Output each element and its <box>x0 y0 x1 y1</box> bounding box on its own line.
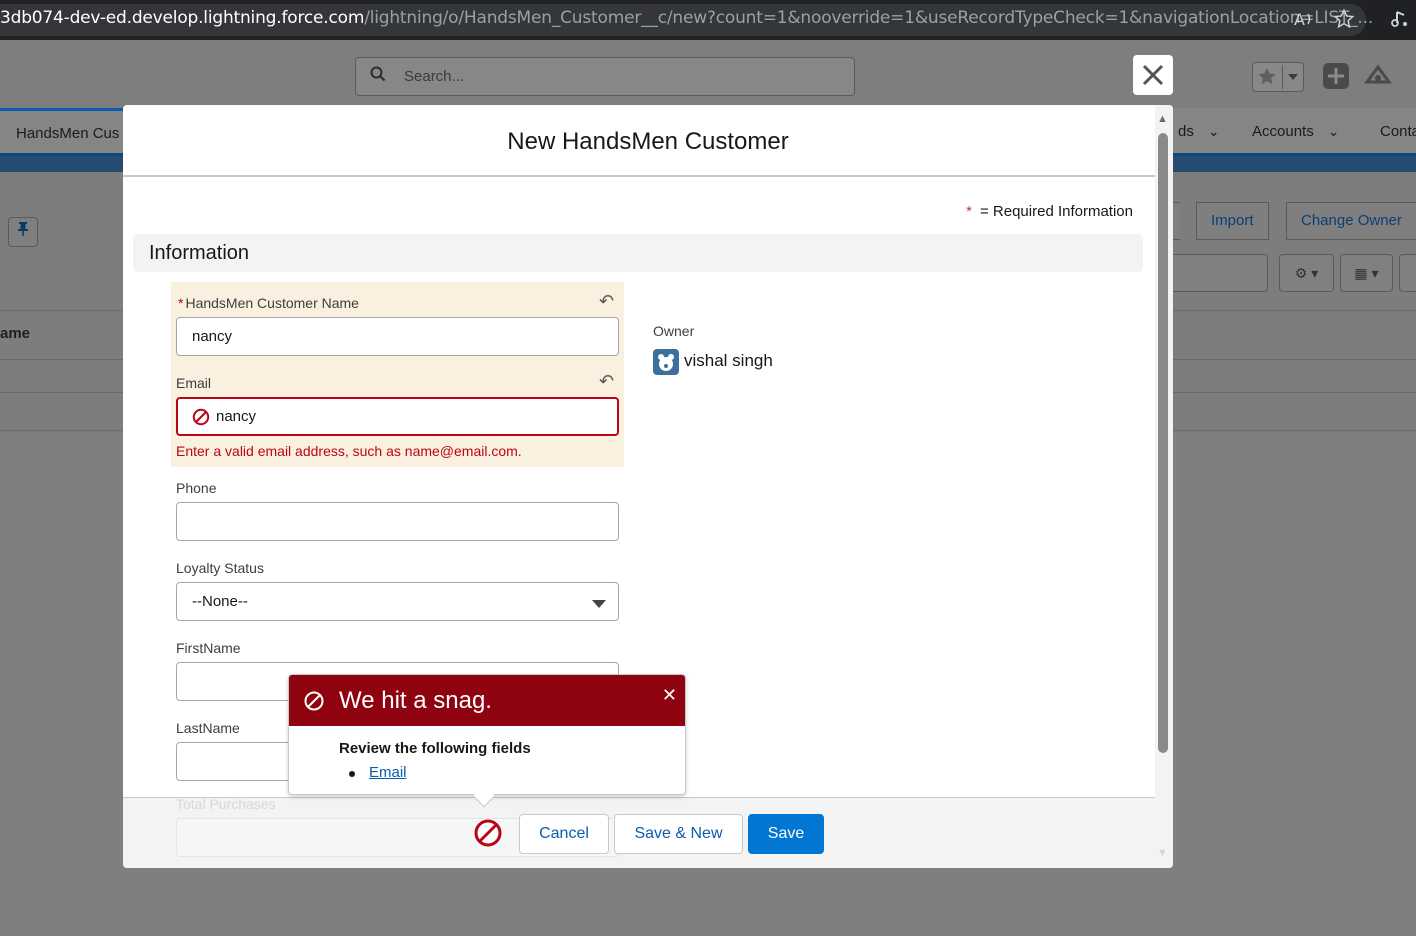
error-popover-header: We hit a snag. ✕ <box>289 675 685 726</box>
email-input-value: nancy <box>216 408 257 425</box>
email-field-label: Email <box>176 375 212 391</box>
loyalty-status-label: Loyalty Status <box>176 560 264 576</box>
media-control-icon[interactable] <box>1388 8 1412 32</box>
chevron-down-icon: ▾ <box>1371 265 1379 281</box>
phone-field-label: Phone <box>176 480 217 496</box>
favorite-star-icon[interactable] <box>1332 8 1356 32</box>
modal-footer: Total Purchases Cancel Save & New Save <box>123 796 1155 868</box>
name-field-label-text: HandsMen Customer Name <box>185 295 359 311</box>
close-modal-button[interactable] <box>1133 55 1173 95</box>
email-error-message: Enter a valid email address, such as nam… <box>176 443 522 459</box>
url-domain: 3db074-dev-ed.develop.lightning.force.co… <box>0 8 365 28</box>
save-button[interactable]: Save <box>748 814 824 854</box>
save-and-new-button[interactable]: Save & New <box>614 814 743 854</box>
owner-name[interactable]: vishal singh <box>684 351 773 371</box>
url-path: /lightning/o/HandsMen_Customer__c/new?co… <box>364 8 1374 28</box>
lastname-label: LastName <box>176 720 240 736</box>
chevron-down-icon[interactable]: ⌄ <box>1208 123 1220 140</box>
name-field-label: * HandsMen Customer Name <box>178 295 359 311</box>
nav-item-contacts[interactable]: Conta <box>1380 123 1416 140</box>
svg-text:A: A <box>1294 10 1305 29</box>
modal-title: New HandsMen Customer <box>123 105 1173 177</box>
search-placeholder: Search... <box>404 68 465 85</box>
list-settings-button[interactable]: ⚙ ▾ <box>1279 254 1334 292</box>
required-information-note: * = Required Information <box>966 203 1133 220</box>
required-note-text: = Required Information <box>979 203 1133 220</box>
list-bullet <box>349 771 355 777</box>
url-text[interactable]: 3db074-dev-ed.develop.lightning.force.co… <box>0 8 1373 28</box>
undo-icon[interactable]: ↶ <box>599 371 614 392</box>
read-aloud-icon[interactable]: A <box>1292 8 1316 32</box>
pin-icon[interactable] <box>8 217 38 247</box>
required-marker: * <box>178 295 184 311</box>
nav-item-accounts[interactable]: Accounts ⌄ <box>1252 123 1339 140</box>
nav-item-label: ds <box>1178 123 1194 140</box>
owner-label: Owner <box>653 323 695 339</box>
search-icon <box>370 66 392 87</box>
error-popover: We hit a snag. ✕ Review the following fi… <box>288 674 686 808</box>
section-information[interactable]: Information <box>133 234 1143 272</box>
cancel-button[interactable]: Cancel <box>519 814 609 854</box>
list-search-input[interactable] <box>1170 254 1268 292</box>
global-actions-add-icon[interactable] <box>1322 62 1352 92</box>
customer-name-input[interactable]: nancy <box>176 317 619 356</box>
error-icon <box>192 408 210 426</box>
total-purchases-label: Total Purchases <box>176 796 276 812</box>
nav-item-label: Accounts <box>1252 123 1314 140</box>
nav-item-records[interactable]: ds ⌄ <box>1178 123 1220 140</box>
firstname-label: FirstName <box>176 640 241 656</box>
display-as-button[interactable]: ▦ ▾ <box>1340 254 1393 292</box>
loyalty-status-select[interactable]: --None-- <box>176 582 619 621</box>
close-icon[interactable]: ✕ <box>662 685 677 706</box>
trailhead-icon[interactable] <box>1364 62 1394 92</box>
scrollbar-thumb[interactable] <box>1158 133 1168 753</box>
global-header: Search... <box>0 40 1416 108</box>
gear-icon: ⚙ <box>1294 265 1308 281</box>
undo-icon[interactable]: ↶ <box>599 291 614 312</box>
chevron-down-icon: ▾ <box>1311 265 1319 281</box>
email-input[interactable]: nancy <box>176 397 619 436</box>
change-owner-button[interactable]: Change Owner <box>1286 202 1416 240</box>
phone-input[interactable] <box>176 502 619 541</box>
error-indicator-icon[interactable] <box>473 818 503 848</box>
favorites-button[interactable] <box>1252 62 1304 92</box>
loyalty-status-value: --None-- <box>192 593 248 610</box>
browser-toolbar: 3db074-dev-ed.develop.lightning.force.co… <box>0 0 1416 40</box>
error-popover-subtitle: Review the following fields <box>339 740 531 757</box>
avatar <box>653 349 679 375</box>
required-star: * <box>966 203 972 220</box>
nav-tab-handsmen-customers[interactable]: HandsMen Cus <box>0 108 124 156</box>
table-icon: ▦ <box>1354 265 1368 281</box>
user-avatar-icon <box>658 354 674 371</box>
close-icon <box>1142 64 1164 86</box>
error-popover-title: We hit a snag. <box>339 687 492 714</box>
global-search-input[interactable]: Search... <box>355 57 855 96</box>
error-field-link-email[interactable]: Email <box>369 764 407 781</box>
scroll-down-arrow-icon[interactable]: ▼ <box>1157 847 1168 859</box>
chevron-down-icon <box>592 600 606 608</box>
refresh-button[interactable] <box>1399 254 1416 292</box>
error-icon <box>304 691 324 711</box>
import-button[interactable]: Import <box>1196 202 1269 240</box>
chevron-down-icon[interactable]: ⌄ <box>1328 123 1340 140</box>
scroll-up-arrow-icon[interactable]: ▲ <box>1157 113 1168 125</box>
